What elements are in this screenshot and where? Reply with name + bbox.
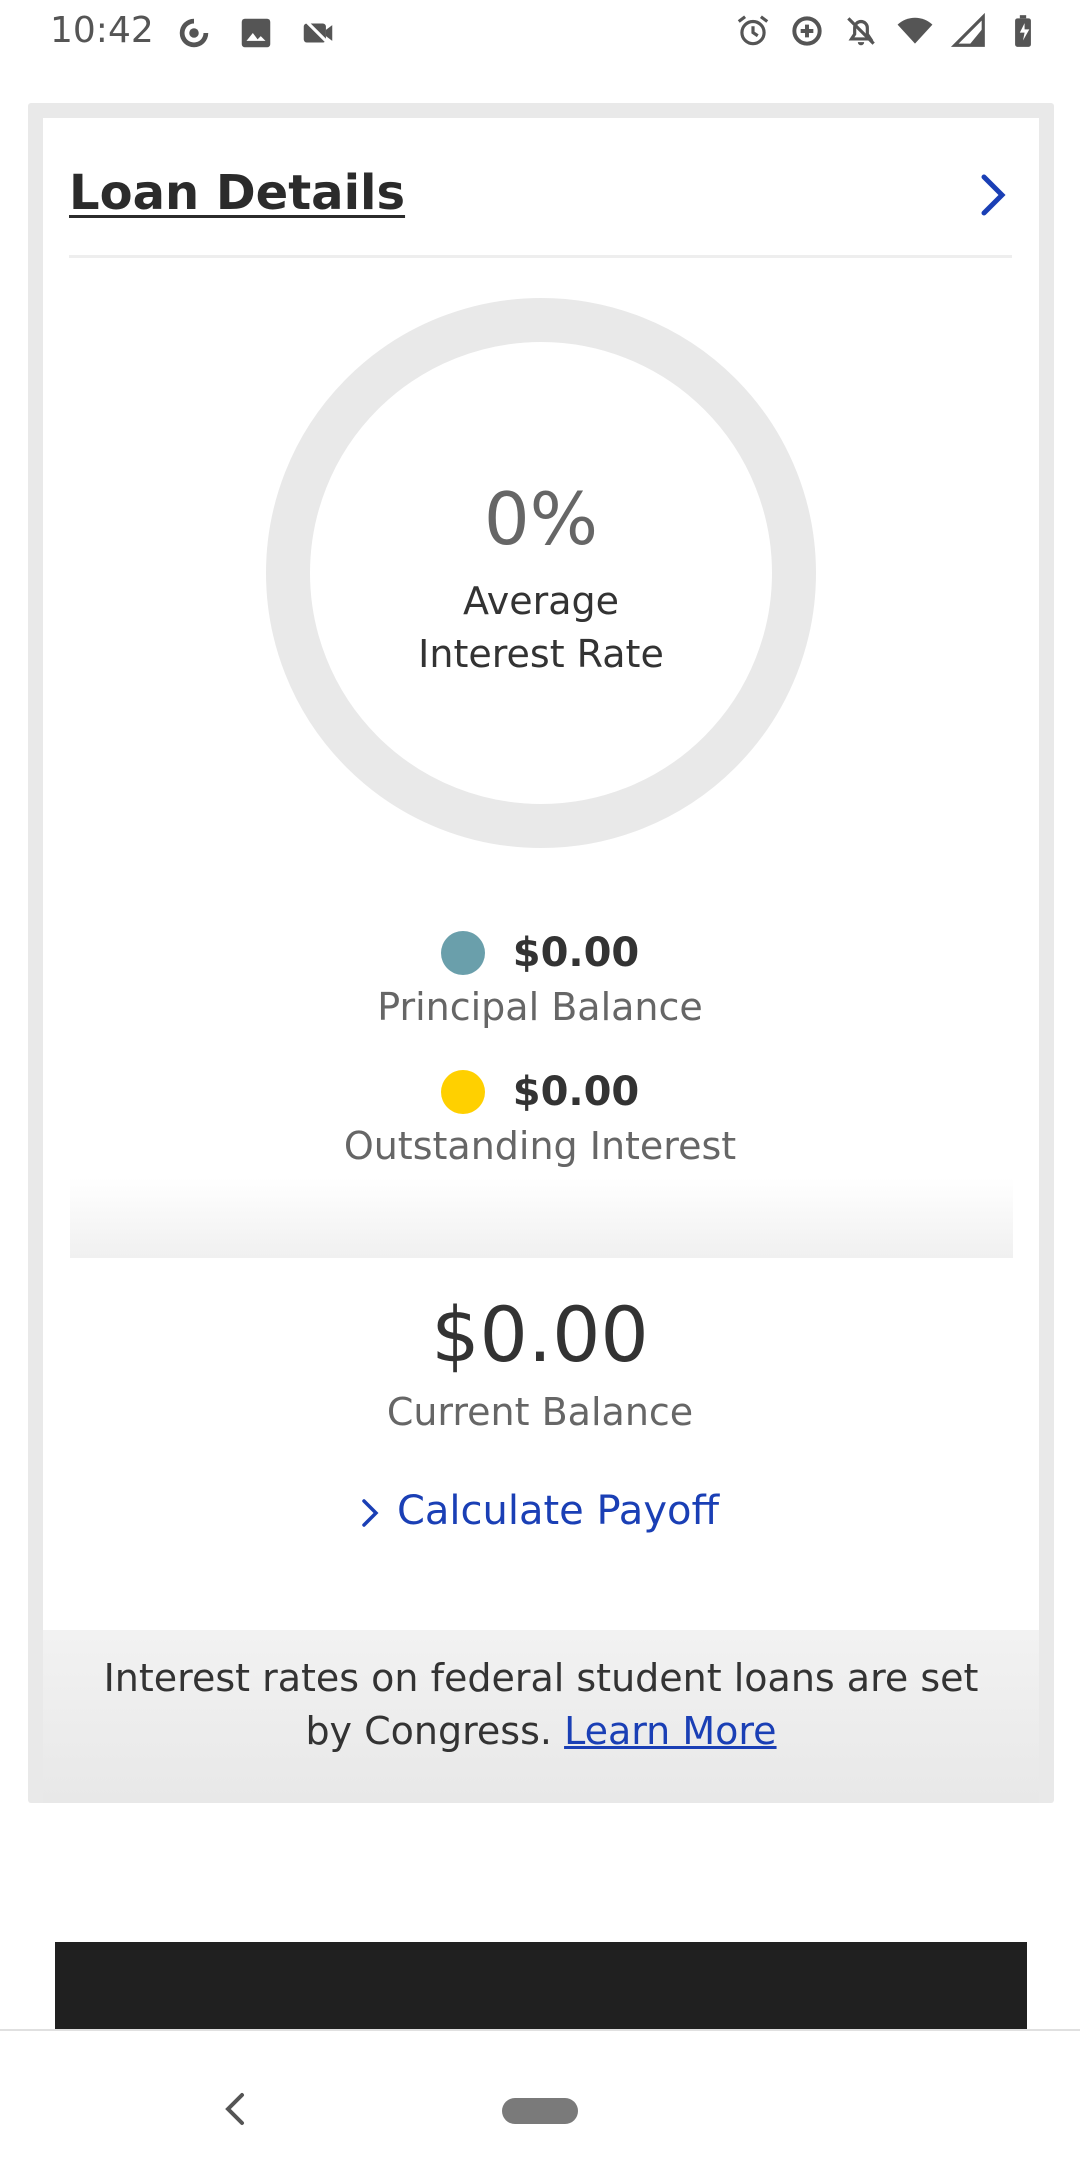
average-rate-value: 0% [483, 477, 599, 561]
card-header[interactable]: Loan Details [69, 118, 1012, 258]
back-chevron-icon[interactable] [222, 2091, 248, 2127]
average-rate-label-line2: Interest Rate [418, 632, 664, 676]
outstanding-interest-value: $0.00 [512, 1069, 640, 1115]
calculate-payoff-label[interactable]: Calculate Payoff [397, 1488, 719, 1534]
system-nav-bar [0, 2029, 1080, 2162]
interest-info-text: Interest rates on federal student loans … [103, 1656, 979, 1753]
legend-principal: $0.00 Principal Balance [0, 930, 1080, 1029]
status-time: 10:42 [50, 10, 154, 51]
interest-info-footer: Interest rates on federal student loans … [43, 1630, 1039, 1803]
calculate-payoff-link[interactable]: Calculate Payoff [0, 1488, 1080, 1534]
interest-dot [440, 1070, 485, 1114]
status-bar: 10:42 [0, 0, 1080, 70]
principal-balance-label: Principal Balance [377, 985, 703, 1029]
image-icon [241, 18, 271, 48]
next-card-preview [55, 1942, 1027, 2029]
status-right-icons [734, 12, 1042, 50]
current-balance-label: Current Balance [386, 1390, 694, 1434]
chevron-right-icon[interactable] [976, 173, 1012, 217]
average-rate-label: Average Interest Rate [265, 575, 817, 681]
legend-interest: $0.00 Outstanding Interest [0, 1069, 1080, 1168]
battery-charging-icon [1015, 15, 1031, 47]
current-balance-value: $0.00 [431, 1290, 649, 1379]
donut-center: 0% Average Interest Rate [265, 297, 817, 849]
alarm-icon [737, 15, 769, 46]
principal-balance-value: $0.00 [512, 930, 640, 976]
home-pill-icon[interactable] [502, 2098, 578, 2124]
outstanding-interest-label: Outstanding Interest [343, 1124, 737, 1168]
section-divider [70, 1178, 1013, 1258]
notifications-off-icon [847, 17, 875, 46]
wifi-icon [897, 17, 933, 44]
card-title[interactable]: Loan Details [69, 165, 405, 221]
add-circle-icon [792, 16, 822, 46]
average-rate-label-line1: Average [462, 579, 620, 623]
interest-info-text-wrap: Interest rates on federal student loans … [43, 1630, 1039, 1758]
chevron-right-small-icon [362, 1499, 379, 1527]
principal-dot [440, 931, 485, 975]
at-sign-icon [179, 18, 209, 48]
signal-icon [950, 12, 985, 47]
video-off-icon [303, 19, 333, 47]
status-left-icons [175, 14, 337, 52]
learn-more-link[interactable]: Learn More [564, 1709, 777, 1753]
